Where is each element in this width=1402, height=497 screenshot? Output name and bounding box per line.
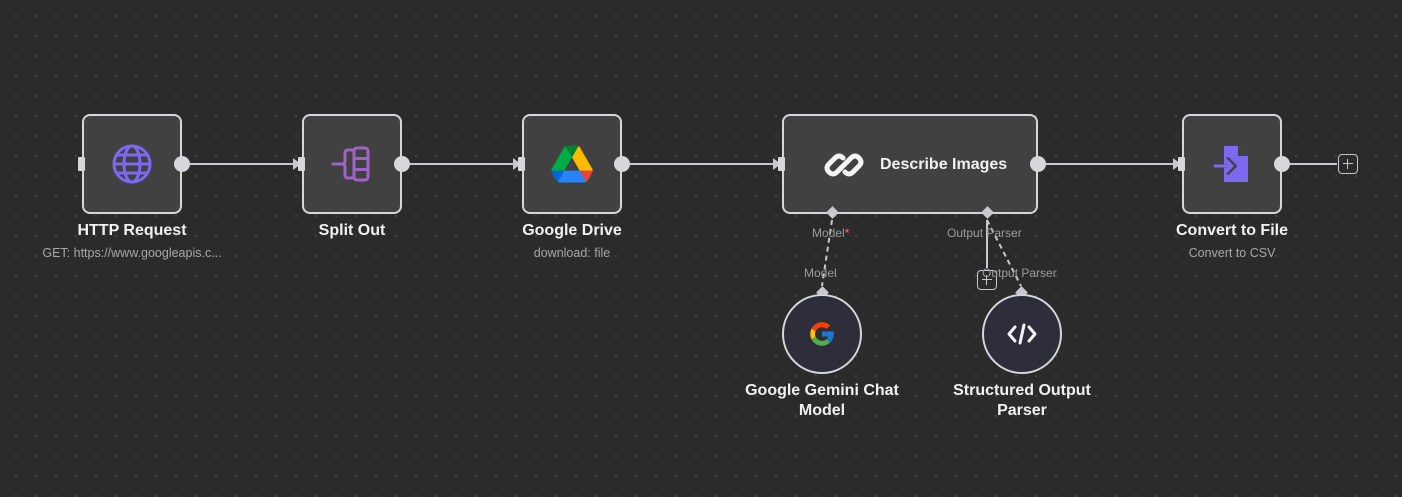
output-parser-connector-label: Output Parser bbox=[947, 226, 1022, 240]
output-handle[interactable] bbox=[614, 156, 630, 172]
node-convert-to-file[interactable] bbox=[1182, 114, 1282, 214]
code-icon bbox=[1007, 322, 1037, 346]
model-connector-label: Model* bbox=[812, 226, 850, 240]
add-next-node-button[interactable] bbox=[1338, 154, 1358, 174]
node-split-out[interactable] bbox=[302, 114, 402, 214]
node-title: Convert to File bbox=[1175, 222, 1288, 239]
input-handle[interactable] bbox=[518, 157, 525, 171]
input-handle[interactable] bbox=[298, 157, 305, 171]
node-title: Structured Output Parser bbox=[953, 382, 1091, 419]
node-structured-output-parser[interactable] bbox=[982, 294, 1062, 374]
google-drive-icon bbox=[551, 145, 593, 183]
node-title: HTTP Request bbox=[77, 222, 187, 239]
model-edge-label: Model bbox=[804, 266, 837, 280]
chain-link-icon bbox=[822, 143, 866, 187]
input-handle[interactable] bbox=[1178, 157, 1185, 171]
node-google-gemini-chat-model[interactable] bbox=[782, 294, 862, 374]
node-title: Describe Images bbox=[880, 156, 1008, 173]
google-g-icon bbox=[808, 320, 836, 348]
output-parser-edge-label: Output Parser bbox=[982, 266, 1057, 280]
output-handle[interactable] bbox=[1030, 156, 1046, 172]
node-google-drive[interactable] bbox=[522, 114, 622, 214]
node-describe-images[interactable]: Describe Images bbox=[782, 114, 1038, 214]
node-subtitle: GET: https://www.googleapis.c... bbox=[42, 246, 222, 260]
node-http-request[interactable] bbox=[82, 114, 182, 214]
split-out-icon bbox=[330, 146, 374, 182]
file-import-icon bbox=[1212, 144, 1252, 184]
node-title: Google Drive bbox=[522, 222, 622, 239]
output-handle[interactable] bbox=[1274, 156, 1290, 172]
input-handle[interactable] bbox=[778, 157, 785, 171]
node-title: Google Gemini Chat Model bbox=[745, 382, 899, 419]
globe-icon bbox=[111, 143, 153, 185]
node-title: Split Out bbox=[318, 222, 386, 239]
output-handle[interactable] bbox=[394, 156, 410, 172]
node-subtitle: download: file bbox=[533, 246, 611, 260]
workflow-canvas[interactable]: HTTP Request GET: https://www.googleapis… bbox=[0, 0, 1402, 497]
input-handle[interactable] bbox=[78, 157, 85, 171]
node-subtitle: Convert to CSV bbox=[1188, 246, 1276, 260]
output-handle[interactable] bbox=[174, 156, 190, 172]
